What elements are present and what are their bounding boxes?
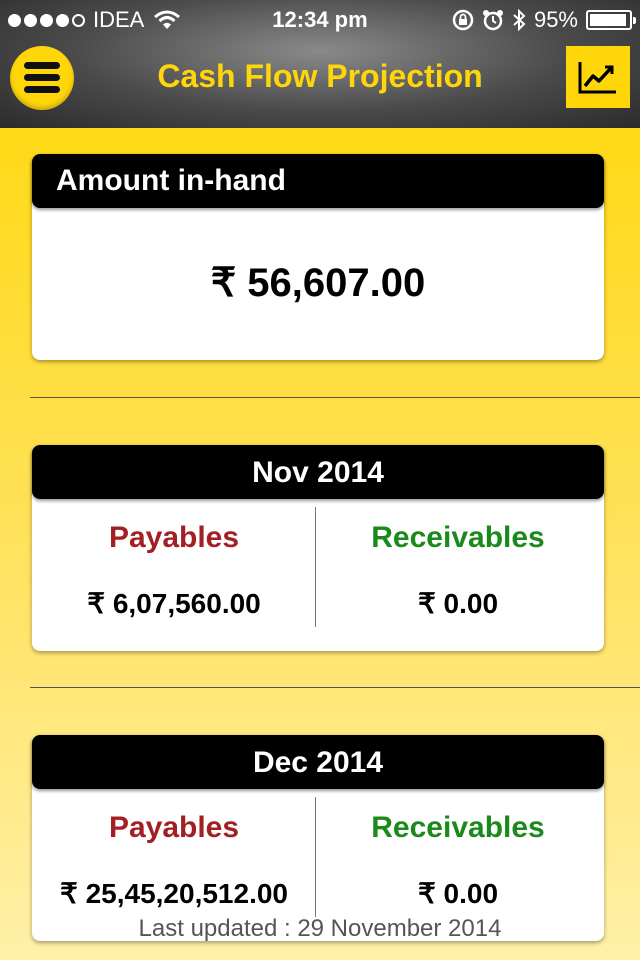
status-bar: IDEA 12:34 pm 95% (0, 0, 640, 40)
payables-label: Payables (108, 521, 240, 554)
page-title: Cash Flow Projection (157, 58, 483, 94)
section-divider (30, 397, 640, 398)
receivables-value: ₹ 0.00 (417, 588, 499, 619)
payables-value: ₹ 25,45,20,512.00 (59, 878, 288, 909)
receivables-label: Receivables (371, 521, 545, 554)
amount-card-header: Amount in-hand (32, 154, 604, 208)
receivables-label: Receivables (371, 811, 545, 844)
amount-in-hand-value: ₹ 56,607.00 (210, 261, 426, 305)
chart-button[interactable] (566, 46, 630, 108)
month-card-header: Dec 2014 (32, 735, 604, 789)
payables-value: ₹ 6,07,560.00 (87, 588, 261, 619)
battery-icon (586, 10, 636, 30)
month-card-dec-2014[interactable]: Dec 2014 Payables ₹ 25,45,20,512.00 Rece… (32, 735, 604, 941)
battery-level (590, 14, 626, 26)
receivables-value: ₹ 0.00 (417, 878, 499, 909)
rotation-lock-icon (452, 9, 474, 31)
payables-label: Payables (108, 811, 240, 844)
alarm-icon (482, 10, 503, 31)
month-card-nov-2014[interactable]: Nov 2014 Payables ₹ 6,07,560.00 Receivab… (32, 445, 604, 651)
section-divider (30, 687, 640, 688)
month-card-header: Nov 2014 (32, 445, 604, 499)
trend-chart-icon (578, 62, 616, 94)
bluetooth-icon (513, 9, 526, 31)
amount-in-hand-card: Amount in-hand ₹ 56,607.00 (32, 154, 604, 360)
last-updated-text: Last updated : 29 November 2014 (138, 915, 502, 942)
battery-percent: 95% (533, 7, 578, 32)
